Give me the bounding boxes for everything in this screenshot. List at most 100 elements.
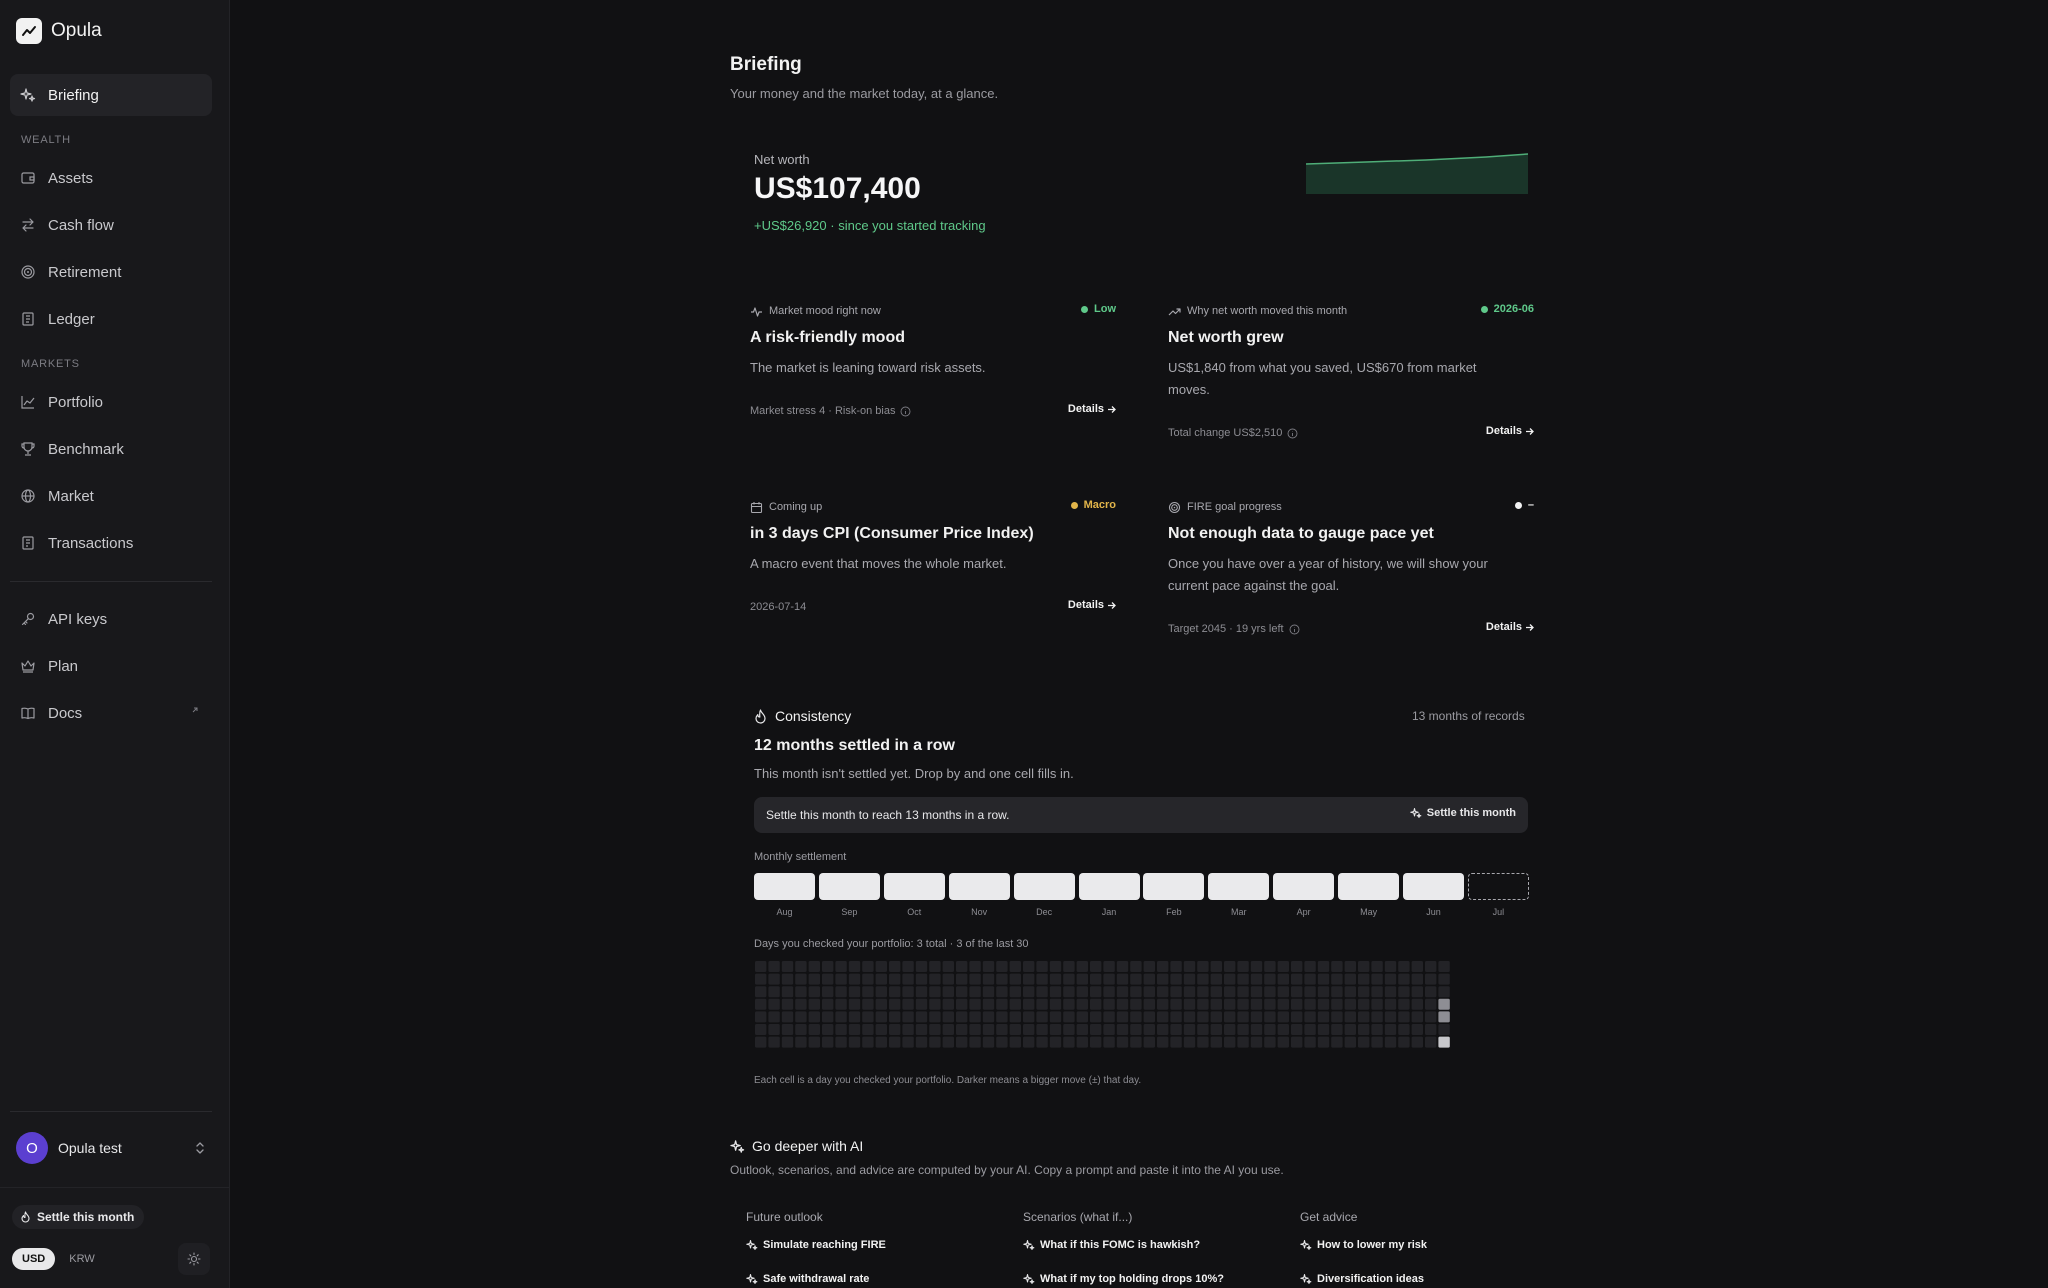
line-chart-icon <box>21 396 35 409</box>
heatmap-cell <box>1063 961 1075 972</box>
heatmap-cell <box>969 998 981 1010</box>
heatmap-cell <box>768 998 780 1010</box>
heatmap-cell <box>1264 986 1276 998</box>
card-foot-text: Total change US$2,510 <box>1168 427 1283 439</box>
sidebar-item-transactions[interactable]: Transactions <box>10 522 212 564</box>
avatar: O <box>16 1132 48 1164</box>
heatmap-cell <box>1076 1024 1088 1035</box>
card-body: US$1,840 from what you saved, US$670 fro… <box>1168 360 1477 397</box>
sidebar-item-retirement[interactable]: Retirement <box>10 251 212 293</box>
heatmap-cell <box>781 961 794 972</box>
heatmap-cell <box>1036 1036 1048 1048</box>
ai-column-title: Get advice <box>1300 1210 1358 1224</box>
coming-up-card: Coming up Macro in 3 days CPI (Consumer … <box>750 499 1116 619</box>
heatmap-cell <box>822 1011 834 1023</box>
sidebar-item-briefing[interactable]: Briefing <box>10 74 212 116</box>
heatmap-cell <box>875 1011 887 1023</box>
market-mood-card: Market mood right now Low A risk-friendl… <box>750 303 1116 423</box>
heatmap-cell <box>862 1024 874 1035</box>
ai-prompt-button[interactable]: How to lower my risk <box>1300 1239 1427 1251</box>
info-icon[interactable] <box>1289 624 1300 635</box>
sidebar-item-label: Portfolio <box>48 393 104 411</box>
ai-prompt-button[interactable]: What if my top holding drops 10%? <box>1023 1273 1224 1285</box>
currency-krw-button[interactable]: KRW <box>59 1248 104 1270</box>
ai-prompt-button[interactable]: Simulate reaching FIRE <box>746 1239 886 1251</box>
heatmap-cell <box>795 1036 807 1048</box>
heatmap-cell <box>1063 1036 1075 1048</box>
calendar-icon <box>750 501 763 513</box>
heatmap-cell <box>795 998 807 1010</box>
ai-prompt-button[interactable]: What if this FOMC is hawkish? <box>1023 1239 1200 1251</box>
heatmap-cell <box>1264 961 1276 972</box>
currency-toggle[interactable]: USD KRW <box>12 1248 105 1270</box>
ai-prompt-button[interactable]: Diversification ideas <box>1300 1273 1424 1285</box>
heatmap-cell <box>1076 1011 1088 1023</box>
details-link[interactable]: Details <box>1068 403 1116 415</box>
theme-toggle-button[interactable] <box>178 1243 210 1275</box>
heatmap-cell <box>1425 1011 1437 1023</box>
brand[interactable]: Opula <box>16 18 102 44</box>
info-icon[interactable] <box>1287 428 1298 439</box>
sidebar-item-ledger[interactable]: Ledger <box>10 298 212 340</box>
sidebar-item-portfolio[interactable]: Portfolio <box>10 381 212 423</box>
sidebar-item-api-keys[interactable]: API keys <box>10 598 212 640</box>
heatmap-cell <box>781 1036 794 1048</box>
heatmap-cell <box>1197 1011 1209 1023</box>
details-link[interactable]: Details <box>1068 599 1116 611</box>
heatmap-cell <box>1023 973 1035 985</box>
heatmap-cell <box>1411 961 1423 972</box>
settle-banner-text: Settle this month to reach 13 months in … <box>766 808 1010 822</box>
sidebar-item-benchmark[interactable]: Benchmark <box>10 428 212 470</box>
ai-prompt-button[interactable]: Safe withdrawal rate <box>746 1273 869 1285</box>
settlement-month-label: Sep <box>841 907 858 917</box>
settlement-month-label: Jun <box>1426 907 1441 917</box>
settle-month-button[interactable]: Settle this month <box>1409 807 1516 819</box>
heatmap-cell <box>1116 1036 1129 1048</box>
details-link[interactable]: Details <box>1486 425 1534 437</box>
heatmap-cell <box>1009 986 1021 998</box>
heatmap-cell <box>1250 986 1263 998</box>
heatmap-cell <box>1023 1024 1035 1035</box>
settlement-cell <box>1403 873 1464 900</box>
sidebar-item-docs[interactable]: Docs <box>10 692 212 734</box>
flame-icon <box>21 1211 30 1223</box>
sidebar-item-cash-flow[interactable]: Cash flow <box>10 204 212 246</box>
heatmap-cell <box>1036 961 1048 972</box>
card-foot-text: 2026-07-14 <box>750 601 807 613</box>
heatmap-cell <box>862 998 874 1010</box>
user-switcher[interactable]: O Opula test <box>16 1132 206 1164</box>
card-title: Net worth grew <box>1168 329 1284 346</box>
settle-month-chip[interactable]: Settle this month <box>12 1205 145 1229</box>
heatmap-cell <box>1183 986 1196 998</box>
details-link[interactable]: Details <box>1486 621 1534 633</box>
ai-column-title: Scenarios (what if...) <box>1023 1210 1133 1224</box>
sidebar-item-plan[interactable]: Plan <box>10 645 212 687</box>
sidebar-item-assets[interactable]: Assets <box>10 157 212 199</box>
sidebar-item-label: Briefing <box>48 86 99 104</box>
heatmap-cell <box>1264 1036 1276 1048</box>
sidebar-item-label: Docs <box>48 704 83 722</box>
heatmap-cell <box>755 961 767 972</box>
sidebar-item-market[interactable]: Market <box>10 475 212 517</box>
currency-usd-button[interactable]: USD <box>12 1248 56 1270</box>
target-icon <box>21 265 35 279</box>
heatmap-cell <box>1291 1011 1303 1023</box>
heatmap-cell <box>1090 986 1102 998</box>
settlement-month-label: Jan <box>1101 907 1117 917</box>
heatmap-cell <box>1170 986 1182 998</box>
info-icon[interactable] <box>900 406 911 417</box>
heatmap-cell <box>1317 961 1330 972</box>
heatmap-cell <box>1170 1024 1182 1035</box>
heatmap-cell <box>1063 998 1075 1010</box>
heatmap-cell <box>1049 973 1062 985</box>
ai-column-get-advice: Get advice How to lower my risk Diversif… <box>1300 1210 1560 1285</box>
sidebar-item-label: Plan <box>48 657 79 675</box>
heatmap-cell <box>929 1024 941 1035</box>
heatmap-cell <box>1344 973 1356 985</box>
heatmap-cell <box>1116 1011 1129 1023</box>
heatmap-cell <box>889 1011 901 1023</box>
heatmap-cell <box>768 961 780 972</box>
heatmap-cell <box>929 1036 941 1048</box>
heatmap-cell <box>1197 973 1209 985</box>
heatmap-cell <box>1103 1011 1115 1023</box>
